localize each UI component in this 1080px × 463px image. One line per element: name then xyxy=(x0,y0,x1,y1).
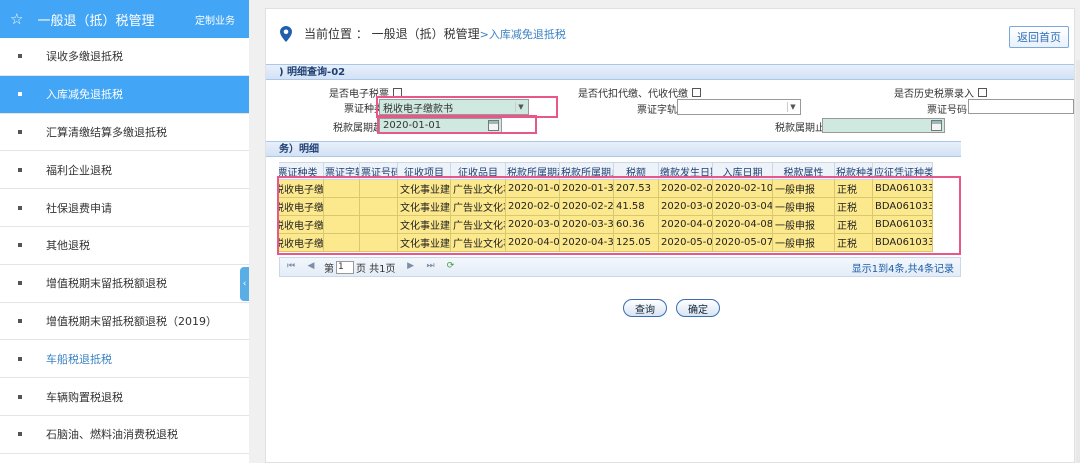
chevron-left-icon: ‹ xyxy=(242,279,247,289)
bullet-icon xyxy=(18,432,22,437)
withhold-row: 是否代扣代缴、代收代缴 xyxy=(578,85,701,100)
period-start-row: 税款属期起 xyxy=(333,119,383,134)
bullet-icon xyxy=(18,243,22,248)
sidebar-item[interactable]: 车船税退抵税 xyxy=(0,340,249,379)
voucher-track-label: 票证字轨 xyxy=(637,105,677,116)
prev-page-icon[interactable]: ◀ xyxy=(304,261,318,273)
history-checkbox[interactable] xyxy=(978,88,987,97)
return-home-button[interactable]: 返回首页 xyxy=(1009,26,1069,48)
history-row: 是否历史税票录入 xyxy=(894,85,987,100)
page-suffix: 页 共1页 xyxy=(356,263,396,275)
breadcrumb-path: 当前位置 ： 一般退（抵）税管理 xyxy=(304,27,480,41)
last-page-icon[interactable]: ⏭ xyxy=(424,261,438,273)
period-end-label: 税款属期止 xyxy=(775,123,825,134)
sidebar-item-label: 车辆购置税退税 xyxy=(46,390,123,404)
query-button[interactable]: 查询 xyxy=(623,299,667,317)
withhold-label: 是否代扣代缴、代收代缴 xyxy=(578,89,688,100)
bullet-icon xyxy=(18,167,22,172)
sidebar-item[interactable]: 其他退税 xyxy=(0,227,249,265)
voucher-track-row: 票证字轨 xyxy=(637,101,677,116)
sidebar-item-label: 增值税期末留抵税额退税 xyxy=(46,277,167,291)
breadcrumb: 当前位置 ： 一般退（抵）税管理 >入库减免退抵税 xyxy=(280,25,566,42)
voucher-no-input[interactable] xyxy=(968,99,1074,114)
bullet-icon xyxy=(18,205,22,210)
voucher-no-label: 票证号码 xyxy=(927,105,967,116)
bullet-icon xyxy=(18,54,22,59)
sidebar-item-label: 车船税退抵税 xyxy=(46,352,112,366)
sidebar-item[interactable]: 误收多缴退抵税 xyxy=(0,38,249,76)
sidebar-item[interactable]: 石脑油、燃料油消费税退税 xyxy=(0,416,249,454)
page-prefix: 第 xyxy=(324,263,334,275)
voucher-no-row: 票证号码 xyxy=(927,101,967,116)
bullet-icon xyxy=(18,92,22,97)
sidebar-item-label: 增值税期末留抵税额退税（2019） xyxy=(46,314,217,328)
sidebar-item[interactable]: 车辆购置税退税 xyxy=(0,378,249,416)
bullet-icon xyxy=(18,129,22,134)
bullet-icon xyxy=(18,318,22,323)
pagination-bar: ⏮ ◀ 第 1 页 共1页 ▶ ⏭ ⟳ 显示1到4条,共4条记录 xyxy=(279,257,961,277)
detail-rows-highlight xyxy=(277,176,961,255)
period-start-label: 税款属期起 xyxy=(333,123,383,134)
sidebar-item-label: 汇算清缴结算多缴退抵税 xyxy=(46,125,167,139)
sidebar-item-label: 福利企业退税 xyxy=(46,163,112,177)
sidebar-item-label: 误收多缴退抵税 xyxy=(46,50,123,64)
voucher-track-select[interactable]: ▼ xyxy=(677,99,801,115)
refresh-icon[interactable]: ⟳ xyxy=(444,261,458,273)
chevron-down-icon: ▼ xyxy=(787,102,798,112)
sidebar: ☆ 一般退（抵）税管理 定制业务 误收多缴退抵税 入库减免退抵税汇算清缴结算多缴退… xyxy=(0,0,249,463)
sidebar-item-label: 社保退费申请 xyxy=(46,201,112,215)
star-icon[interactable]: ☆ xyxy=(10,10,23,28)
bullet-icon xyxy=(18,281,22,286)
sidebar-item[interactable]: 社保退费申请 xyxy=(0,189,249,227)
period-start-highlight xyxy=(377,115,537,134)
sidebar-item-label: 其他退税 xyxy=(46,239,90,253)
sidebar-item[interactable]: 汇算清缴结算多缴退抵税 xyxy=(0,114,249,152)
sidebar-item[interactable]: 增值税期末留抵税额退税 xyxy=(0,265,249,303)
location-pin-icon xyxy=(280,25,292,42)
period-end-row: 税款属期止 xyxy=(775,119,825,134)
detail-section-header[interactable]: 务）明细 xyxy=(266,141,961,157)
history-label: 是否历史税票录入 xyxy=(894,89,974,100)
sidebar-title: 一般退（抵）税管理 xyxy=(37,13,155,29)
sidebar-header: ☆ 一般退（抵）税管理 定制业务 xyxy=(0,0,249,38)
page-number-input[interactable]: 1 xyxy=(336,260,354,274)
sidebar-item-label: 入库减免退抵税 xyxy=(46,88,123,102)
withhold-checkbox[interactable] xyxy=(692,88,701,97)
sidebar-item[interactable]: 福利企业退税 xyxy=(0,151,249,190)
sidebar-item-label: 石脑油、燃料油消费税退税 xyxy=(46,428,178,442)
page-scrollbar[interactable] xyxy=(1076,60,1080,463)
breadcrumb-current[interactable]: >入库减免退抵税 xyxy=(480,26,566,42)
custom-business-link[interactable]: 定制业务 xyxy=(195,12,235,27)
bullet-icon xyxy=(18,356,22,361)
first-page-icon[interactable]: ⏮ xyxy=(284,261,298,273)
period-end-input[interactable] xyxy=(822,118,945,133)
bullet-icon xyxy=(18,394,22,399)
query-section-header[interactable]: ) 明细查询-02 xyxy=(266,64,1074,80)
sidebar-item[interactable]: 增值税期末留抵税额退税（2019） xyxy=(0,303,249,341)
main-content: 当前位置 ： 一般退（抵）税管理 >入库减免退抵税 返回首页 ) 明细查询-02… xyxy=(265,8,1075,463)
sidebar-item[interactable]: 入库减免退抵税 xyxy=(0,75,249,114)
next-page-icon[interactable]: ▶ xyxy=(404,261,418,273)
calendar-icon[interactable] xyxy=(931,120,942,131)
collapse-sidebar-handle[interactable]: ‹ xyxy=(240,267,249,301)
record-count-info: 显示1到4条,共4条记录 xyxy=(851,263,954,275)
confirm-button[interactable]: 确定 xyxy=(676,299,720,317)
